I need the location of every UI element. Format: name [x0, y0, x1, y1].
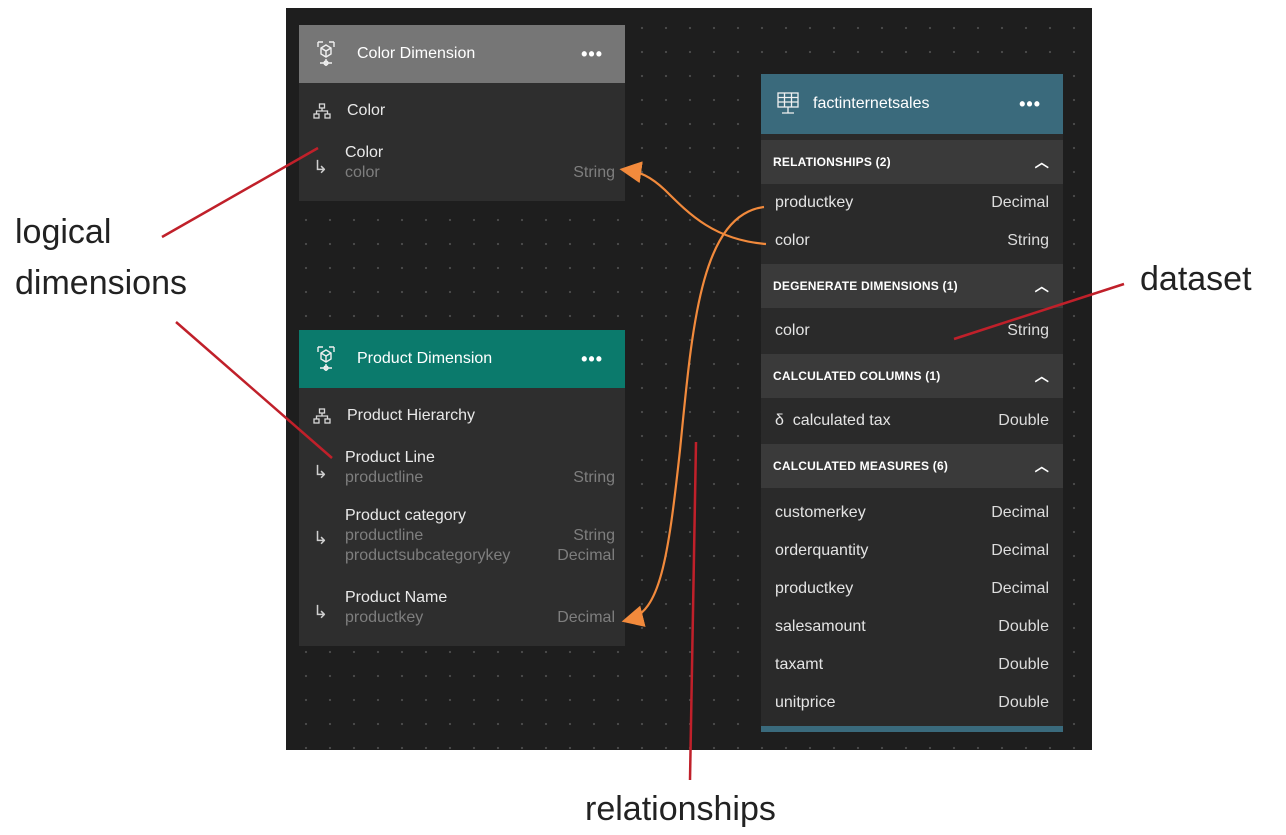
- relationship-type: String: [1007, 232, 1049, 249]
- product-dimension-header[interactable]: Product Dimension •••: [299, 330, 625, 388]
- product-line-type: String: [573, 469, 615, 486]
- cube-dimension-icon: [313, 344, 339, 374]
- relationships-section-title: RELATIONSHIPS (2): [773, 155, 891, 169]
- product-line-name: Product Line: [345, 449, 435, 466]
- calculated-measure-item[interactable]: taxamt Double: [761, 646, 1063, 684]
- color-level-row[interactable]: ↳ Color color String: [299, 135, 625, 197]
- level-arrow-icon: ↳: [313, 602, 329, 622]
- dataset-more-icon[interactable]: •••: [1011, 94, 1049, 115]
- calculated-measures-section-header[interactable]: CALCULATED MEASURES (6) ︿: [761, 444, 1063, 488]
- calculated-columns-title: CALCULATED COLUMNS (1): [773, 369, 941, 383]
- dataset-scrollbar[interactable]: [761, 726, 1063, 732]
- color-dimension-card[interactable]: Color Dimension ••• Color ↳ Color color …: [299, 25, 625, 201]
- calculated-measure-item[interactable]: productkey Decimal: [761, 570, 1063, 608]
- annotation-relationships: relationships: [585, 790, 776, 828]
- dataset-header[interactable]: factinternetsales •••: [761, 74, 1063, 134]
- calculated-measures-title: CALCULATED MEASURES (6): [773, 459, 949, 473]
- relationship-name: color: [775, 232, 810, 249]
- calculated-measure-item[interactable]: salesamount Double: [761, 608, 1063, 646]
- relationship-name: productkey: [775, 194, 854, 211]
- degenerate-dimension-name: color: [775, 322, 810, 339]
- level-arrow-icon: ↳: [313, 528, 329, 548]
- hierarchy-icon: [313, 103, 333, 119]
- measure-type: Double: [998, 656, 1049, 673]
- dataset-card[interactable]: factinternetsales ••• RELATIONSHIPS (2) …: [761, 74, 1063, 732]
- annotation-dimensions: dimensions: [15, 264, 187, 302]
- product-dimension-title: Product Dimension: [357, 350, 493, 367]
- dataset-title: factinternetsales: [813, 95, 930, 112]
- measure-name: salesamount: [775, 618, 866, 635]
- measure-name: taxamt: [775, 656, 824, 673]
- measure-name: orderquantity: [775, 542, 869, 559]
- product-name-level-row[interactable]: ↳ Product Name productkey Decimal: [299, 580, 625, 638]
- product-name-column: productkey: [345, 609, 424, 626]
- relationship-type: Decimal: [991, 194, 1049, 211]
- calculated-columns-section-header[interactable]: CALCULATED COLUMNS (1) ︿: [761, 354, 1063, 398]
- calculated-column-item[interactable]: δ calculated tax Double: [761, 398, 1063, 444]
- measure-type: Decimal: [991, 504, 1049, 521]
- chevron-up-icon[interactable]: ︿: [1035, 276, 1049, 296]
- product-category-name: Product category: [345, 507, 466, 524]
- level-arrow-icon: ↳: [313, 462, 329, 482]
- product-category-column-2: productsubcategorykey: [345, 547, 511, 564]
- degenerate-dimensions-title: DEGENERATE DIMENSIONS (1): [773, 279, 958, 293]
- color-level-column: color: [345, 164, 380, 181]
- product-line-level-row[interactable]: ↳ Product Line productline String: [299, 440, 625, 498]
- product-line-column: productline: [345, 469, 424, 486]
- annotation-logical: logical: [15, 213, 112, 251]
- product-category-type-1: String: [573, 527, 615, 544]
- measure-name: customerkey: [775, 504, 866, 521]
- product-dimension-more-icon[interactable]: •••: [573, 349, 611, 370]
- product-name-name: Product Name: [345, 589, 448, 606]
- level-arrow-icon: ↳: [313, 157, 329, 177]
- color-hierarchy-label: Color: [347, 102, 386, 119]
- calculated-measure-item[interactable]: customerkey Decimal: [761, 494, 1063, 532]
- relationship-item[interactable]: color String: [761, 222, 1063, 260]
- model-canvas[interactable]: Color Dimension ••• Color ↳ Color color …: [286, 8, 1092, 750]
- color-dimension-more-icon[interactable]: •••: [573, 44, 611, 65]
- color-dimension-title: Color Dimension: [357, 45, 476, 62]
- annotation-dataset: dataset: [1140, 260, 1252, 298]
- degenerate-dimension-item[interactable]: color String: [761, 308, 1063, 354]
- color-dimension-header[interactable]: Color Dimension •••: [299, 25, 625, 83]
- product-dimension-card[interactable]: Product Dimension ••• Product Hierarchy …: [299, 330, 625, 646]
- measure-type: Double: [998, 618, 1049, 635]
- measure-type: Decimal: [991, 542, 1049, 559]
- product-category-column-1: productline: [345, 527, 424, 544]
- measure-type: Double: [998, 694, 1049, 711]
- table-dataset-icon: [775, 89, 801, 119]
- hierarchy-icon: [313, 408, 333, 424]
- color-level-name: Color: [345, 144, 384, 161]
- measure-name: unitprice: [775, 694, 836, 711]
- product-name-type: Decimal: [557, 609, 615, 626]
- measure-type: Decimal: [991, 580, 1049, 597]
- color-hierarchy-row[interactable]: Color: [299, 87, 625, 135]
- cube-dimension-icon: [313, 39, 339, 69]
- degenerate-dimension-type: String: [1007, 322, 1049, 339]
- chevron-up-icon[interactable]: ︿: [1035, 366, 1049, 386]
- product-hierarchy-row[interactable]: Product Hierarchy: [299, 392, 625, 440]
- product-category-level-row[interactable]: ↳ Product category productline String pr…: [299, 498, 625, 580]
- calculated-column-name: calculated tax: [792, 412, 891, 429]
- calculated-measure-item[interactable]: unitprice Double: [761, 684, 1063, 722]
- measure-name: productkey: [775, 580, 854, 597]
- chevron-up-icon[interactable]: ︿: [1035, 456, 1049, 476]
- calculated-column-icon: δ: [775, 412, 784, 429]
- product-category-type-2: Decimal: [557, 547, 615, 564]
- relationships-section-header[interactable]: RELATIONSHIPS (2) ︿: [761, 140, 1063, 184]
- color-level-type: String: [573, 164, 615, 181]
- degenerate-dimensions-section-header[interactable]: DEGENERATE DIMENSIONS (1) ︿: [761, 264, 1063, 308]
- relationship-item[interactable]: productkey Decimal: [761, 184, 1063, 222]
- product-hierarchy-label: Product Hierarchy: [347, 407, 476, 424]
- calculated-measure-item[interactable]: orderquantity Decimal: [761, 532, 1063, 570]
- chevron-up-icon[interactable]: ︿: [1035, 152, 1049, 172]
- calculated-column-type: Double: [998, 412, 1049, 429]
